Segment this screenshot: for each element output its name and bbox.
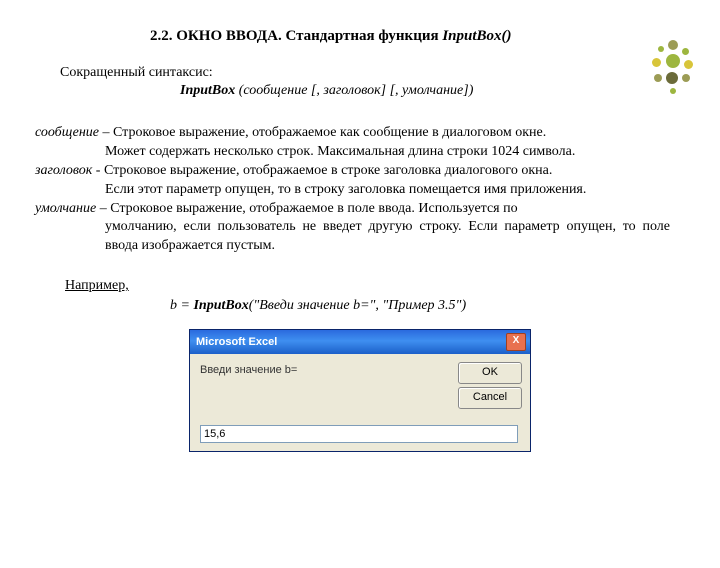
param-title-name: заголовок [35, 163, 92, 178]
example-label: Например, [65, 278, 720, 294]
inputbox-dialog: Microsoft Excel X Введи значение b= OK C… [189, 329, 531, 452]
param-title-desc: Если этот параметр опущен, то в строку з… [35, 181, 670, 200]
param-message-name: сообщение [35, 125, 99, 140]
syntax-label: Сокращенный синтаксис: [60, 65, 720, 81]
parameters-block: сообщение – Строковое выражение, отображ… [35, 124, 670, 256]
dialog-title: Microsoft Excel [196, 336, 506, 348]
code-example: b = InputBox("Введи значение b=", "Приме… [170, 298, 720, 314]
close-button[interactable]: X [506, 333, 526, 351]
value-input[interactable] [200, 425, 518, 443]
syntax-line: InputBox (сообщение [, заголовок] [, умо… [180, 83, 720, 99]
param-default-name: умолчание [35, 201, 96, 216]
param-message-desc: Может содержать несколько строк. Максима… [35, 143, 670, 162]
corner-dots-decoration [640, 38, 700, 108]
param-default-desc: умолчанию, если пользователь не введет д… [35, 218, 670, 256]
section-title: 2.2. ОКНО ВВОДА. Стандартная функция Inp… [150, 28, 720, 45]
ok-button[interactable]: OK [458, 362, 522, 384]
dialog-titlebar[interactable]: Microsoft Excel X [190, 330, 530, 354]
cancel-button[interactable]: Cancel [458, 387, 522, 409]
